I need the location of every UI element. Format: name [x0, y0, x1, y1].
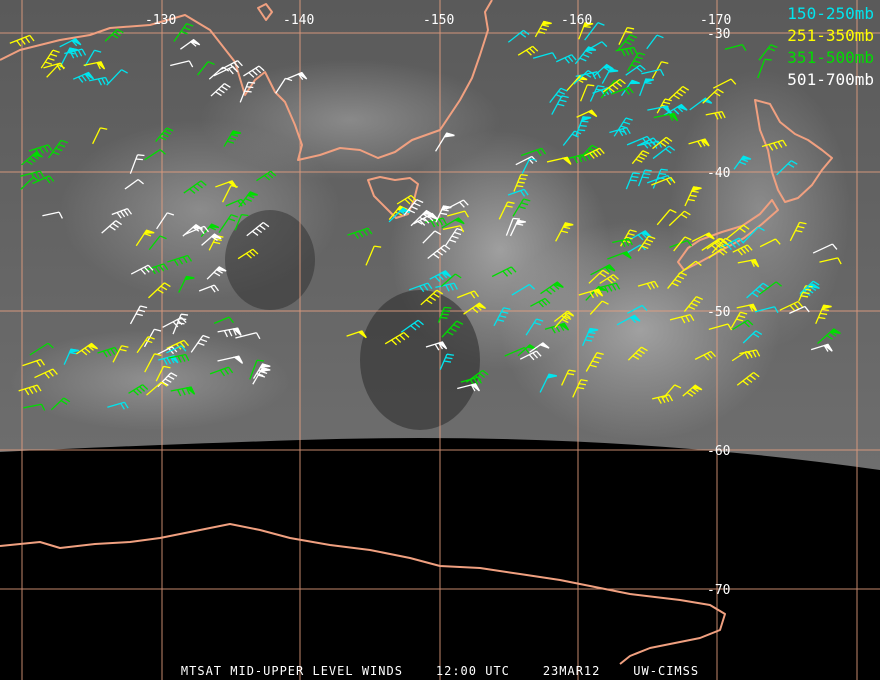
lat-label: -40 — [707, 166, 730, 181]
antarctica-coastline — [0, 523, 726, 665]
lat-label: -70 — [707, 583, 730, 598]
image-caption: MTSAT MID-UPPER LEVEL WINDS 12:00 UTC 23… — [0, 664, 880, 678]
lon-label: -170 — [700, 13, 731, 28]
caption-time: 12:00 UTC — [435, 664, 510, 678]
legend-item: 501-700mb — [787, 70, 874, 89]
map-canvas: -130 -140 -150 -160 -170 -30 -40 -50 -60… — [0, 0, 880, 680]
lat-label: -30 — [707, 27, 730, 42]
satellite-wind-map: -130 -140 -150 -160 -170 -30 -40 -50 -60… — [0, 0, 880, 680]
lat-label: -50 — [707, 305, 730, 320]
legend-item: 351-500mb — [787, 48, 874, 67]
legend-item: 251-350mb — [787, 26, 874, 45]
lon-label: -130 — [145, 13, 176, 28]
lat-label: -60 — [707, 444, 730, 459]
lon-label: -160 — [561, 13, 592, 28]
lon-label: -140 — [283, 13, 314, 28]
caption-product: MTSAT MID-UPPER LEVEL WINDS — [180, 664, 403, 678]
caption-source: UW-CIMSS — [633, 664, 700, 678]
lon-label: -150 — [423, 13, 454, 28]
legend-item: 150-250mb — [787, 4, 874, 23]
caption-date: 23MAR12 — [542, 664, 601, 678]
